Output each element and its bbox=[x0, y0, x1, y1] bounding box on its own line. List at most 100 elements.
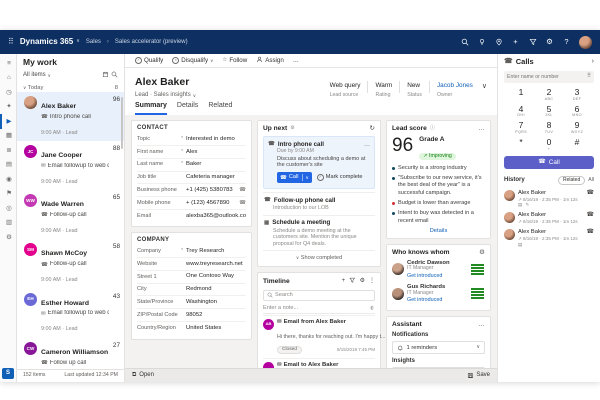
filter-chevron-icon[interactable]: ∨ bbox=[48, 73, 51, 78]
breadcrumb-sales[interactable]: Sales bbox=[86, 39, 101, 46]
details-link[interactable]: Details bbox=[392, 228, 485, 235]
search-icon[interactable] bbox=[111, 71, 118, 81]
list-item[interactable]: JC Jane Cooper ✉Email followup to web qu… bbox=[17, 141, 124, 190]
list-item[interactable]: SM Shawn McCoy ☎ Follow-up call 9:00 AM ·… bbox=[17, 240, 124, 289]
call-back-icon[interactable]: ☎ bbox=[587, 190, 594, 197]
tab-related[interactable]: Related bbox=[208, 102, 232, 115]
call-options-chevron-icon[interactable]: ∨ bbox=[306, 175, 309, 180]
contacts-icon[interactable]: ◉ bbox=[0, 172, 16, 187]
home-icon[interactable]: ⌂ bbox=[0, 71, 16, 86]
quick-create-icon[interactable]: + bbox=[511, 37, 520, 47]
email-field[interactable]: alexba365@outlook.com bbox=[186, 213, 246, 220]
note-input-row[interactable] bbox=[263, 303, 375, 314]
filter-related-pill[interactable]: Related bbox=[558, 176, 586, 186]
call-back-icon[interactable]: ☎ bbox=[587, 212, 594, 219]
app-launcher-icon[interactable]: ⠿ bbox=[8, 37, 14, 46]
get-introduced-link[interactable]: Get introduced bbox=[407, 297, 468, 303]
timeline-entry[interactable]: ✉Email to Alex Baker Hi there, thanks fo… bbox=[263, 357, 375, 368]
dialpad-key-4[interactable]: 4 GHI bbox=[507, 104, 535, 119]
more-commands-button[interactable]: … bbox=[293, 57, 299, 64]
call-history-item[interactable]: Alex Baker ↗ 8/16/19 · 2:35 PM · 1m 12s … bbox=[504, 212, 594, 224]
search-icon[interactable] bbox=[460, 38, 469, 47]
activity-item[interactable]: ▦ Schedule a meeting Schedule a demo meet… bbox=[263, 214, 375, 250]
more-icon[interactable]: … bbox=[478, 321, 485, 329]
show-completed-toggle[interactable]: ∨ Show completed bbox=[263, 250, 375, 262]
dialer-search[interactable]: ⠿ bbox=[504, 70, 594, 83]
dialpad-key-2[interactable]: 2 ABC bbox=[535, 87, 563, 102]
topic-field[interactable]: Interested in demo bbox=[186, 136, 246, 143]
state-field[interactable]: Washington bbox=[186, 299, 246, 306]
qualify-button[interactable]: ✓ Qualify bbox=[135, 57, 163, 64]
activity-item[interactable]: ☎ Follow-up phone call Introduction to ou… bbox=[263, 192, 375, 215]
quotes-icon[interactable]: ▥ bbox=[0, 216, 16, 231]
zip-field[interactable]: 98052 bbox=[186, 312, 246, 319]
refresh-icon[interactable]: ↻ bbox=[370, 125, 375, 132]
brand-chevron-icon[interactable]: ∨ bbox=[76, 38, 80, 45]
phone-icon[interactable]: ☎ bbox=[239, 187, 246, 193]
attach-icon[interactable] bbox=[369, 298, 375, 316]
help-icon[interactable]: ? bbox=[562, 37, 571, 47]
add-icon[interactable]: + bbox=[342, 278, 346, 285]
company-field[interactable]: Trey Research bbox=[186, 248, 246, 255]
save-button[interactable]: Save bbox=[467, 372, 490, 379]
active-activity-card[interactable]: ☎ Intro phone call… Due by 9:00 AM Discus… bbox=[263, 135, 375, 190]
follow-button[interactable]: ☆ Follow bbox=[222, 57, 247, 64]
get-introduced-link[interactable]: Get introduced bbox=[407, 273, 468, 279]
dialpad-key-9[interactable]: 9 WXYZ bbox=[563, 121, 591, 135]
settings-icon[interactable]: ⚙ bbox=[360, 278, 365, 285]
recent-icon[interactable]: ◷ bbox=[0, 85, 16, 100]
timeline-search[interactable] bbox=[263, 289, 375, 301]
mobile-phone-field[interactable]: + (123) 4567890 bbox=[186, 200, 237, 207]
all-items-filter[interactable]: All items bbox=[23, 72, 46, 79]
header-expand-chevron-icon[interactable]: ∨ bbox=[482, 83, 487, 91]
call-history-item[interactable]: Alex Baker ↗ 8/16/19 · 2:35 PM · 1m 12s … bbox=[504, 228, 594, 247]
website-field[interactable]: www.treyresearch.net bbox=[186, 261, 246, 268]
scrollbar[interactable] bbox=[120, 96, 123, 149]
leads-icon[interactable]: ⚑ bbox=[0, 187, 16, 202]
dialpad-icon[interactable]: ⠿ bbox=[587, 73, 591, 79]
opportunities-icon[interactable]: ◎ bbox=[0, 201, 16, 216]
settings-icon[interactable]: ⚙ bbox=[479, 249, 485, 257]
phone-icon[interactable]: ☎ bbox=[239, 200, 246, 206]
last-name-field[interactable]: Baker bbox=[186, 161, 246, 168]
city-field[interactable]: Redmond bbox=[186, 286, 246, 293]
dialpad-key-3[interactable]: 3 DEF bbox=[563, 87, 591, 102]
call-history-item[interactable]: Alex Baker ↗ 8/16/19 · 2:35 PM · 1m 12s … bbox=[504, 189, 594, 208]
call-back-icon[interactable]: ☎ bbox=[587, 229, 594, 236]
dialpad-key-0[interactable]: 0 + bbox=[535, 138, 563, 152]
dialer-input[interactable] bbox=[507, 73, 587, 80]
tab-summary[interactable]: Summary bbox=[135, 102, 167, 116]
group-header-today[interactable]: ∨ Today 8 bbox=[17, 83, 124, 93]
lightbulb-icon[interactable] bbox=[477, 38, 486, 47]
open-button[interactable]: Open bbox=[139, 372, 154, 379]
street-field[interactable]: One Contoso Way bbox=[186, 273, 246, 280]
app-badge[interactable]: S bbox=[2, 368, 14, 379]
filter-icon[interactable] bbox=[349, 277, 356, 286]
more-icon[interactable]: … bbox=[364, 141, 370, 148]
country-field[interactable]: United States bbox=[186, 325, 246, 332]
dialpad-key-1[interactable]: 1 bbox=[507, 87, 535, 102]
dialpad-key-7[interactable]: 7 PQRS bbox=[507, 121, 535, 135]
reminders-card[interactable]: 1 reminders ∨ bbox=[392, 341, 485, 355]
job-title-field[interactable]: Cafeteria manager bbox=[186, 174, 246, 181]
user-avatar[interactable] bbox=[579, 35, 592, 49]
brand-title[interactable]: Dynamics 365 bbox=[20, 37, 73, 46]
filter-icon[interactable] bbox=[528, 38, 537, 47]
timeline-search-input[interactable] bbox=[275, 292, 371, 299]
open-icon[interactable]: ⧉ bbox=[132, 372, 136, 379]
business-phone-field[interactable]: +1 (425) 5380783 bbox=[186, 187, 237, 194]
location-pin-icon[interactable] bbox=[494, 38, 503, 47]
activities-icon[interactable]: ≣ bbox=[0, 143, 16, 158]
dialpad-key-6[interactable]: 6 MNO bbox=[563, 104, 591, 119]
dialpad-key-8[interactable]: 8 TUV bbox=[535, 121, 563, 135]
collapse-chevron-icon[interactable]: ∨ bbox=[23, 85, 26, 90]
menu-icon[interactable]: ≡ bbox=[0, 56, 16, 71]
dial-call-button[interactable]: ☎ Call bbox=[504, 156, 594, 170]
dialpad-key-hash[interactable]: # bbox=[563, 138, 591, 152]
timeline-entry[interactable]: AB ✉ Email from Alex Baker Hi there, than… bbox=[263, 314, 385, 357]
settings-icon[interactable]: ⚙ bbox=[290, 126, 294, 132]
collapse-panel-icon[interactable]: › bbox=[592, 58, 594, 66]
availability-calendar-icon[interactable] bbox=[102, 71, 109, 81]
disqualify-button[interactable]: × Disqualify ∨ bbox=[172, 57, 213, 64]
more-icon[interactable]: … bbox=[478, 125, 485, 133]
